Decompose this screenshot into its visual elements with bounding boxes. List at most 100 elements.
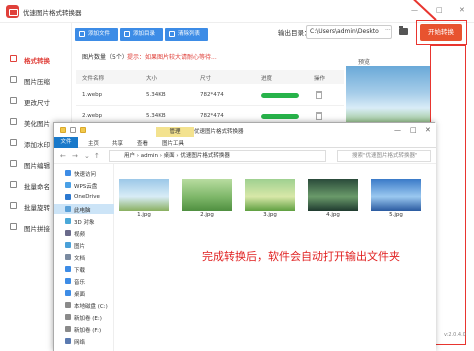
nav-item[interactable]: 视频 [54, 228, 114, 238]
file-explorer-window: 管理 优速图片格式转换器 — □ ✕ 文件 主页 共享 查看 图片工具 ← → … [53, 122, 436, 351]
back-arrow-icon[interactable]: ← [60, 152, 66, 160]
dropdown-icon[interactable]: ⌄ [84, 152, 90, 160]
col-action: 操作 [314, 76, 326, 82]
nav-item-label: 图片 [74, 244, 86, 250]
nav-item[interactable]: 网络 [54, 336, 114, 346]
add-folder-icon [124, 31, 130, 37]
file-thumbnail[interactable]: 2.jpg [182, 179, 232, 219]
sidebar-item-label: 批量命名 [24, 183, 50, 191]
nav-item[interactable]: 新加卷 (F:) [54, 324, 114, 334]
nav-item[interactable]: 图片 [54, 240, 114, 250]
file-thumbnail[interactable]: 5.jpg [371, 179, 421, 219]
delete-icon[interactable] [316, 91, 322, 99]
breadcrumb-users[interactable]: 用户 [124, 153, 135, 159]
document-icon [65, 254, 71, 260]
progress-bar [261, 93, 299, 98]
maximize-icon[interactable]: □ [436, 6, 443, 14]
file-thumbnail[interactable]: 3.jpg [245, 179, 295, 219]
image-preview [308, 179, 358, 211]
download-icon [65, 266, 71, 272]
sidebar-item-label: 美化图片 [24, 120, 50, 128]
file-dims: 782*474 [200, 92, 224, 98]
sidebar-item-label: 批量旋转 [24, 204, 50, 212]
properties-icon[interactable] [70, 127, 76, 133]
col-size: 大小 [146, 76, 158, 82]
image-preview [371, 179, 421, 211]
col-progress: 进度 [261, 76, 273, 82]
file-thumbnail[interactable]: 4.jpg [308, 179, 358, 219]
tab-file[interactable]: 文件 [54, 137, 78, 148]
file-thumbnail[interactable]: 1.jpg [119, 179, 169, 219]
nav-item[interactable]: 文档 [54, 252, 114, 262]
new-folder-icon[interactable] [80, 127, 86, 133]
tab-view[interactable]: 查看 [137, 139, 148, 147]
sidebar-item-label: 图片压缩 [24, 78, 50, 86]
nav-item[interactable]: 音乐 [54, 276, 114, 286]
preview-image [346, 66, 430, 126]
video-icon [65, 230, 71, 236]
rotate-icon [10, 202, 17, 209]
compress-icon [10, 76, 17, 83]
progress-bar [261, 114, 299, 119]
annotation-caption: 完成转换后，软件会自动打开输出文件夹 [202, 250, 400, 263]
up-arrow-icon[interactable]: ↑ [94, 152, 100, 160]
nav-item[interactable]: 3D 对象 [54, 216, 114, 226]
explorer-close-icon[interactable]: ✕ [425, 126, 431, 134]
add-dir-button[interactable]: 添加目录 [120, 28, 163, 41]
close-icon[interactable]: ✕ [459, 6, 465, 14]
add-file-button[interactable]: 添加文件 [75, 28, 118, 41]
preview-header: 预览 [346, 54, 430, 66]
explorer-search-input[interactable]: 搜索"优速图片格式转换器" [337, 150, 431, 162]
drive-icon [65, 302, 71, 308]
nav-item[interactable]: 快速访问 [54, 168, 114, 178]
file-name: 2.webp [82, 113, 103, 119]
drive-icon [65, 314, 71, 320]
nav-item-label: 视频 [74, 232, 86, 238]
table-header: 文件名称 大小 尺寸 进度 操作 [76, 70, 344, 84]
nav-item-label: 快速访问 [74, 172, 97, 178]
add-dir-label: 添加目录 [133, 31, 156, 37]
nav-item[interactable]: 本地磁盘 (C:) [54, 300, 114, 310]
output-dir-more-button[interactable]: ··· [385, 27, 391, 34]
nav-item-label: 网络 [74, 340, 86, 346]
nav-item[interactable]: 桌面 [54, 288, 114, 298]
clear-list-button[interactable]: 清除列表 [165, 28, 208, 41]
forward-arrow-icon[interactable]: → [72, 152, 78, 160]
explorer-maximize-icon[interactable]: □ [410, 126, 417, 134]
tab-picture-tools[interactable]: 图片工具 [162, 139, 184, 147]
nav-item[interactable]: 新加卷 (E:) [54, 312, 114, 322]
nav-item[interactable]: 此电脑 [54, 204, 114, 214]
sidebar-item-format-convert[interactable]: 格式转换 [0, 51, 72, 67]
nav-item[interactable]: WPS云盘 [54, 180, 114, 190]
app-logo-icon [6, 5, 19, 18]
open-folder-icon[interactable] [399, 26, 408, 35]
address-bar[interactable]: 用户 › admin › 桌面 › 优速图片格式转换器 [109, 150, 326, 162]
edit-icon [10, 160, 17, 167]
sidebar-item-resize[interactable]: 更改尺寸 [0, 93, 72, 109]
tab-share[interactable]: 共享 [112, 139, 123, 147]
sidebar-item-label: 格式转换 [24, 57, 50, 65]
beautify-icon [10, 118, 17, 125]
breadcrumb-admin[interactable]: admin [141, 153, 158, 159]
file-name: 2.jpg [200, 212, 214, 218]
toolbar: 添加文件 添加目录 清除列表 [72, 23, 474, 45]
output-dir-input[interactable]: C:\Users\admin\Deskto [306, 25, 392, 39]
nav-item[interactable]: 下载 [54, 264, 114, 274]
clear-icon [169, 31, 175, 37]
version-label: v:2.0.4.0 [444, 332, 466, 338]
sidebar-item-compress[interactable]: 图片压缩 [0, 72, 72, 88]
progress-fill [261, 114, 299, 119]
breadcrumb-desktop[interactable]: 桌面 [164, 153, 175, 159]
tab-home[interactable]: 主页 [88, 139, 99, 147]
minimize-icon[interactable]: — [411, 6, 418, 14]
table-row[interactable]: 1.webp 5.34KB 782*474 [76, 86, 344, 106]
sidebar-item-label: 添加水印 [24, 141, 50, 149]
breadcrumb-folder[interactable]: 优速图片格式转换器 [180, 153, 230, 159]
manage-tab[interactable]: 管理 [156, 127, 194, 137]
computer-icon [65, 206, 71, 212]
music-icon [65, 278, 71, 284]
nav-item[interactable]: OneDrive [54, 192, 114, 202]
nav-item-label: 文档 [74, 256, 86, 262]
explorer-minimize-icon[interactable]: — [394, 126, 401, 134]
delete-icon[interactable] [316, 112, 322, 120]
